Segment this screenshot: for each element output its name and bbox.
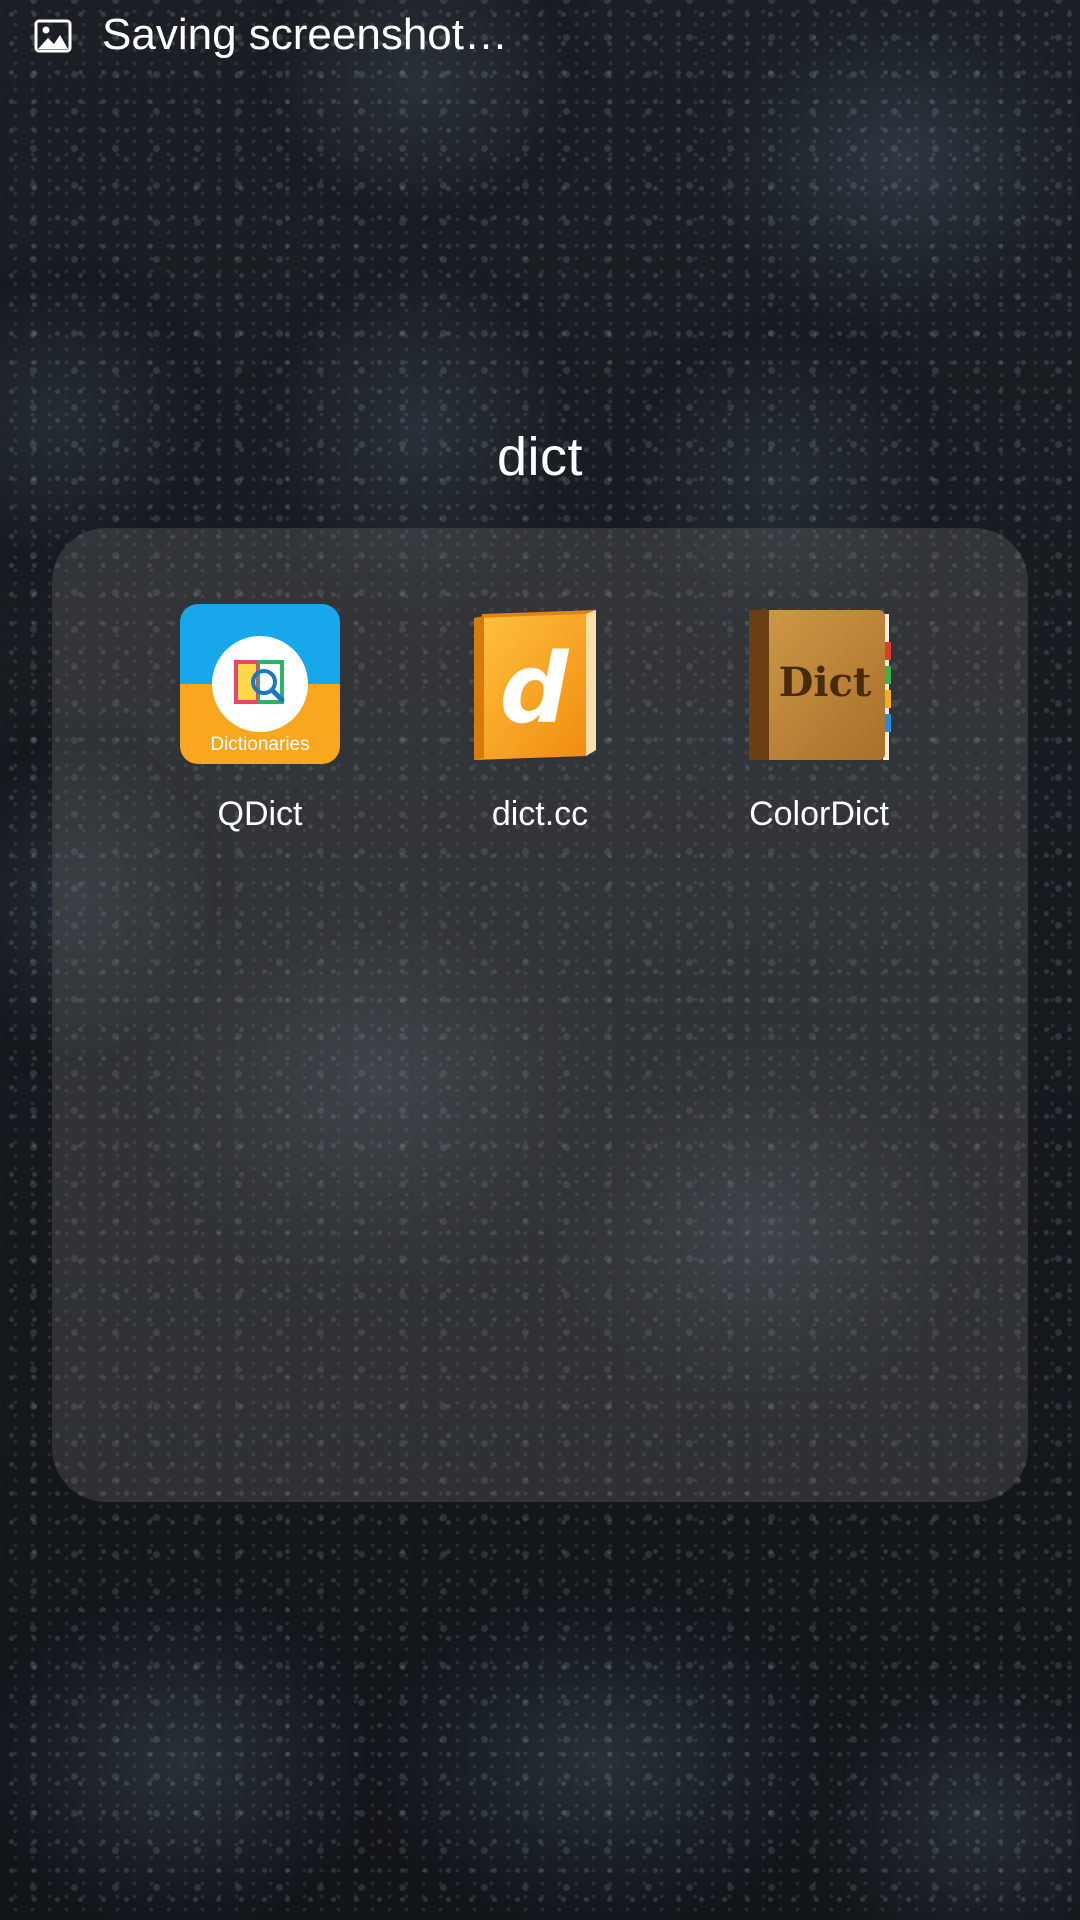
app-dictcc[interactable]: d dict.cc bbox=[430, 604, 650, 836]
dictcc-letter: d bbox=[500, 633, 570, 745]
book-magnifier-icon bbox=[234, 660, 285, 704]
app-label-colordict: ColorDict bbox=[749, 795, 889, 833]
folder-title[interactable]: dict bbox=[0, 420, 1080, 494]
app-label-dictcc: dict.cc bbox=[491, 795, 589, 833]
qdict-app-icon[interactable]: Dictionaries bbox=[180, 604, 340, 764]
colordict-cover-text: Dict bbox=[779, 659, 872, 706]
dictcc-app-icon[interactable]: d bbox=[460, 604, 620, 764]
colordict-icon: Dict bbox=[749, 610, 891, 760]
qdict-icon: Dictionaries bbox=[180, 604, 340, 764]
status-bar: Saving screenshot… bbox=[0, 0, 1080, 72]
dictcc-icon: d bbox=[474, 610, 596, 760]
notification-text: Saving screenshot… bbox=[102, 10, 508, 59]
qdict-circle bbox=[212, 636, 308, 732]
image-icon bbox=[34, 19, 72, 53]
app-colordict[interactable]: Dict ColorDict bbox=[709, 604, 929, 836]
app-label-qdict: QDict bbox=[217, 795, 303, 833]
app-qdict[interactable]: Dictionaries QDict bbox=[150, 604, 370, 836]
colordict-app-icon[interactable]: Dict bbox=[739, 604, 899, 764]
qdict-icon-caption: Dictionaries bbox=[210, 734, 310, 755]
